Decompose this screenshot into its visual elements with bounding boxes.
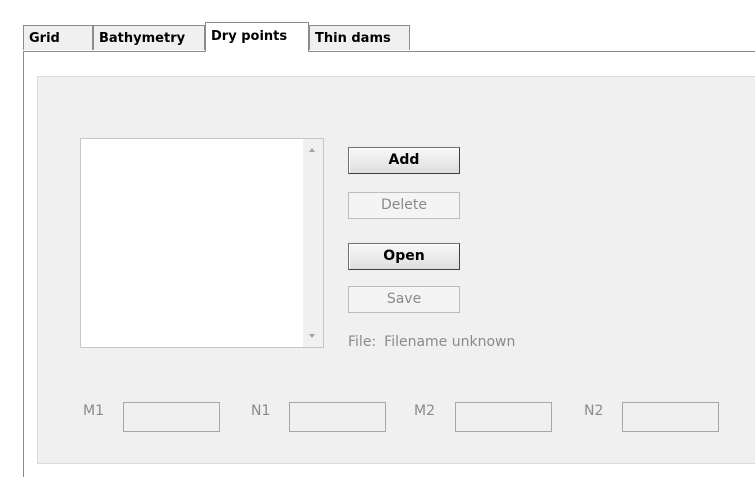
file-name: Filename unknown — [384, 334, 516, 350]
dry-points-list[interactable] — [80, 138, 324, 348]
file-row: File: Filename unknown — [348, 334, 515, 350]
n1-label: N1 — [251, 403, 271, 419]
list-scrollbar[interactable] — [303, 139, 323, 347]
tab-grid[interactable]: Grid — [23, 25, 93, 50]
scroll-down-arrow-icon[interactable] — [309, 334, 315, 338]
open-button[interactable]: Open — [348, 243, 460, 270]
m2-label: M2 — [414, 403, 435, 419]
tab-strip: Grid Bathymetry Dry points Thin dams — [23, 22, 755, 52]
save-button[interactable]: Save — [348, 286, 460, 313]
add-button[interactable]: Add — [348, 147, 460, 174]
m1-field[interactable] — [123, 402, 220, 432]
n1-field[interactable] — [289, 402, 386, 432]
delete-button[interactable]: Delete — [348, 192, 460, 219]
tab-thin-dams[interactable]: Thin dams — [309, 25, 410, 50]
scroll-up-arrow-icon[interactable] — [309, 148, 315, 152]
file-label: File: — [348, 334, 377, 350]
tab-bathymetry[interactable]: Bathymetry — [93, 25, 205, 50]
m1-label: M1 — [83, 403, 104, 419]
m2-field[interactable] — [455, 402, 552, 432]
n2-label: N2 — [584, 403, 604, 419]
n2-field[interactable] — [622, 402, 719, 432]
tab-dry-points[interactable]: Dry points — [205, 22, 309, 52]
